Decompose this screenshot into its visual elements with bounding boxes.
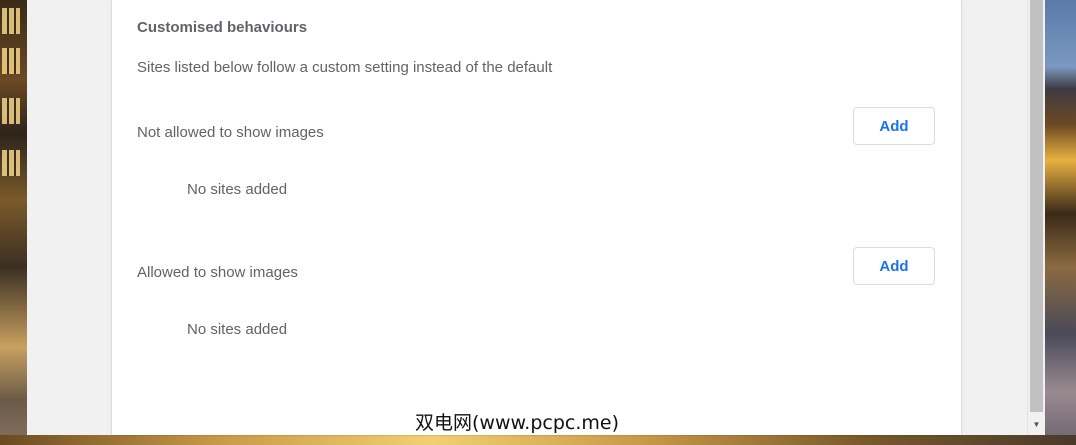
blocked-sites-label: Not allowed to show images bbox=[137, 124, 324, 141]
section-title: Customised behaviours bbox=[137, 19, 308, 36]
blocked-sites-empty-text: No sites added bbox=[187, 181, 288, 198]
add-allowed-site-button[interactable]: Add bbox=[853, 247, 935, 285]
allowed-sites-empty-text: No sites added bbox=[187, 321, 288, 338]
vertical-scrollbar[interactable]: ▼ bbox=[1027, 0, 1045, 435]
wallpaper-window-light bbox=[2, 98, 20, 124]
wallpaper-window-light bbox=[2, 150, 20, 176]
desktop-wallpaper-right bbox=[1045, 0, 1076, 445]
watermark-text: 双电网(www.pcpc.me) bbox=[415, 412, 619, 434]
desktop-wallpaper-bottom bbox=[0, 435, 1076, 445]
allowed-sites-label: Allowed to show images bbox=[137, 264, 298, 281]
scroll-down-arrow-icon[interactable]: ▼ bbox=[1028, 417, 1045, 431]
wallpaper-window-light bbox=[2, 8, 20, 34]
add-blocked-site-button[interactable]: Add bbox=[853, 107, 935, 145]
desktop-wallpaper-left bbox=[0, 0, 27, 445]
section-description: Sites listed below follow a custom setti… bbox=[137, 59, 553, 76]
settings-card: Customised behaviours Sites listed below… bbox=[112, 0, 961, 435]
wallpaper-window-light bbox=[2, 48, 20, 74]
scrollbar-thumb[interactable] bbox=[1030, 0, 1043, 412]
